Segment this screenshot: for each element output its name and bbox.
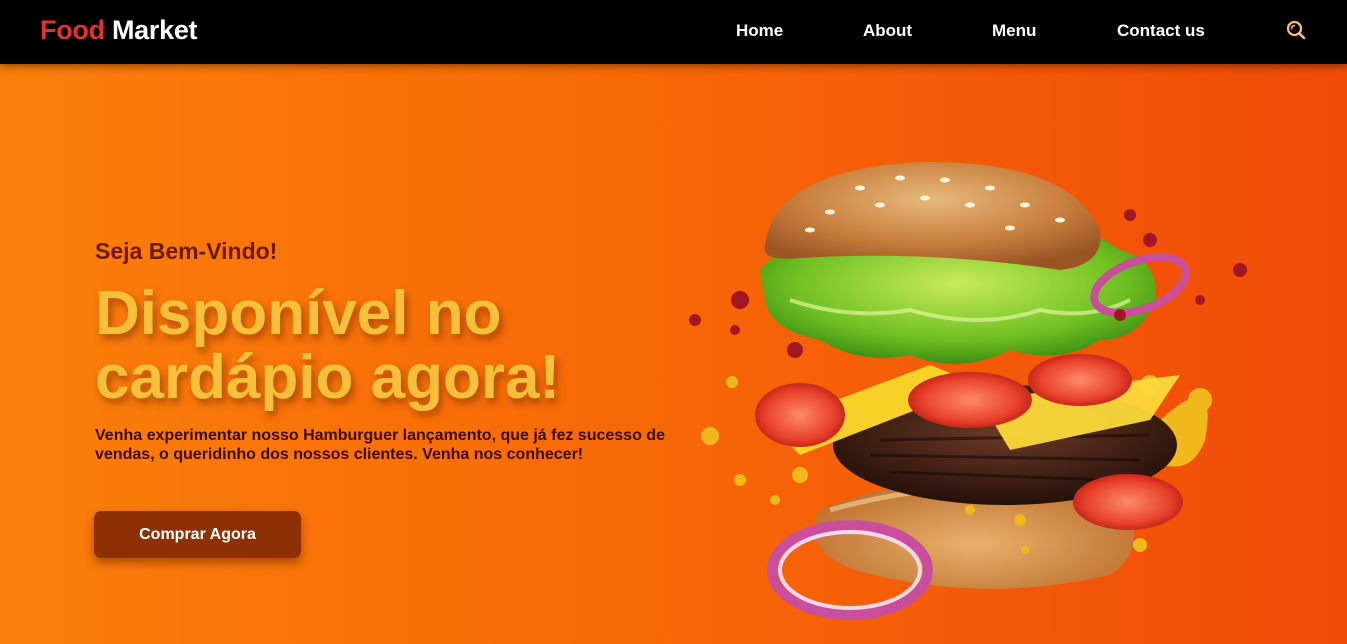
nav-link-about[interactable]: About bbox=[863, 21, 912, 41]
nav-link-contact[interactable]: Contact us bbox=[1117, 21, 1205, 41]
nav-link-home[interactable]: Home bbox=[736, 21, 783, 41]
hero-headline-line1: Disponível no bbox=[95, 279, 502, 348]
search-button[interactable] bbox=[1284, 18, 1308, 42]
brand-logo[interactable]: Food Market bbox=[40, 15, 198, 46]
nav-link-menu[interactable]: Menu bbox=[992, 21, 1036, 41]
buy-now-button[interactable]: Comprar Agora bbox=[94, 511, 301, 558]
brand-logo-market: Market bbox=[111, 15, 198, 45]
hero-headline-line2: cardápio agora! bbox=[95, 343, 561, 412]
burger-image bbox=[689, 161, 1247, 620]
hero-description: Venha experimentar nosso Hamburguer lanç… bbox=[95, 427, 665, 463]
search-icon bbox=[1286, 20, 1306, 40]
welcome-text: Seja Bem-Vindo! bbox=[95, 238, 278, 264]
hero-headline: Disponível no cardápio agora! bbox=[95, 282, 715, 410]
navbar: Food Market Home About Menu Contact us bbox=[0, 0, 1347, 64]
brand-logo-food: Food bbox=[40, 15, 105, 45]
